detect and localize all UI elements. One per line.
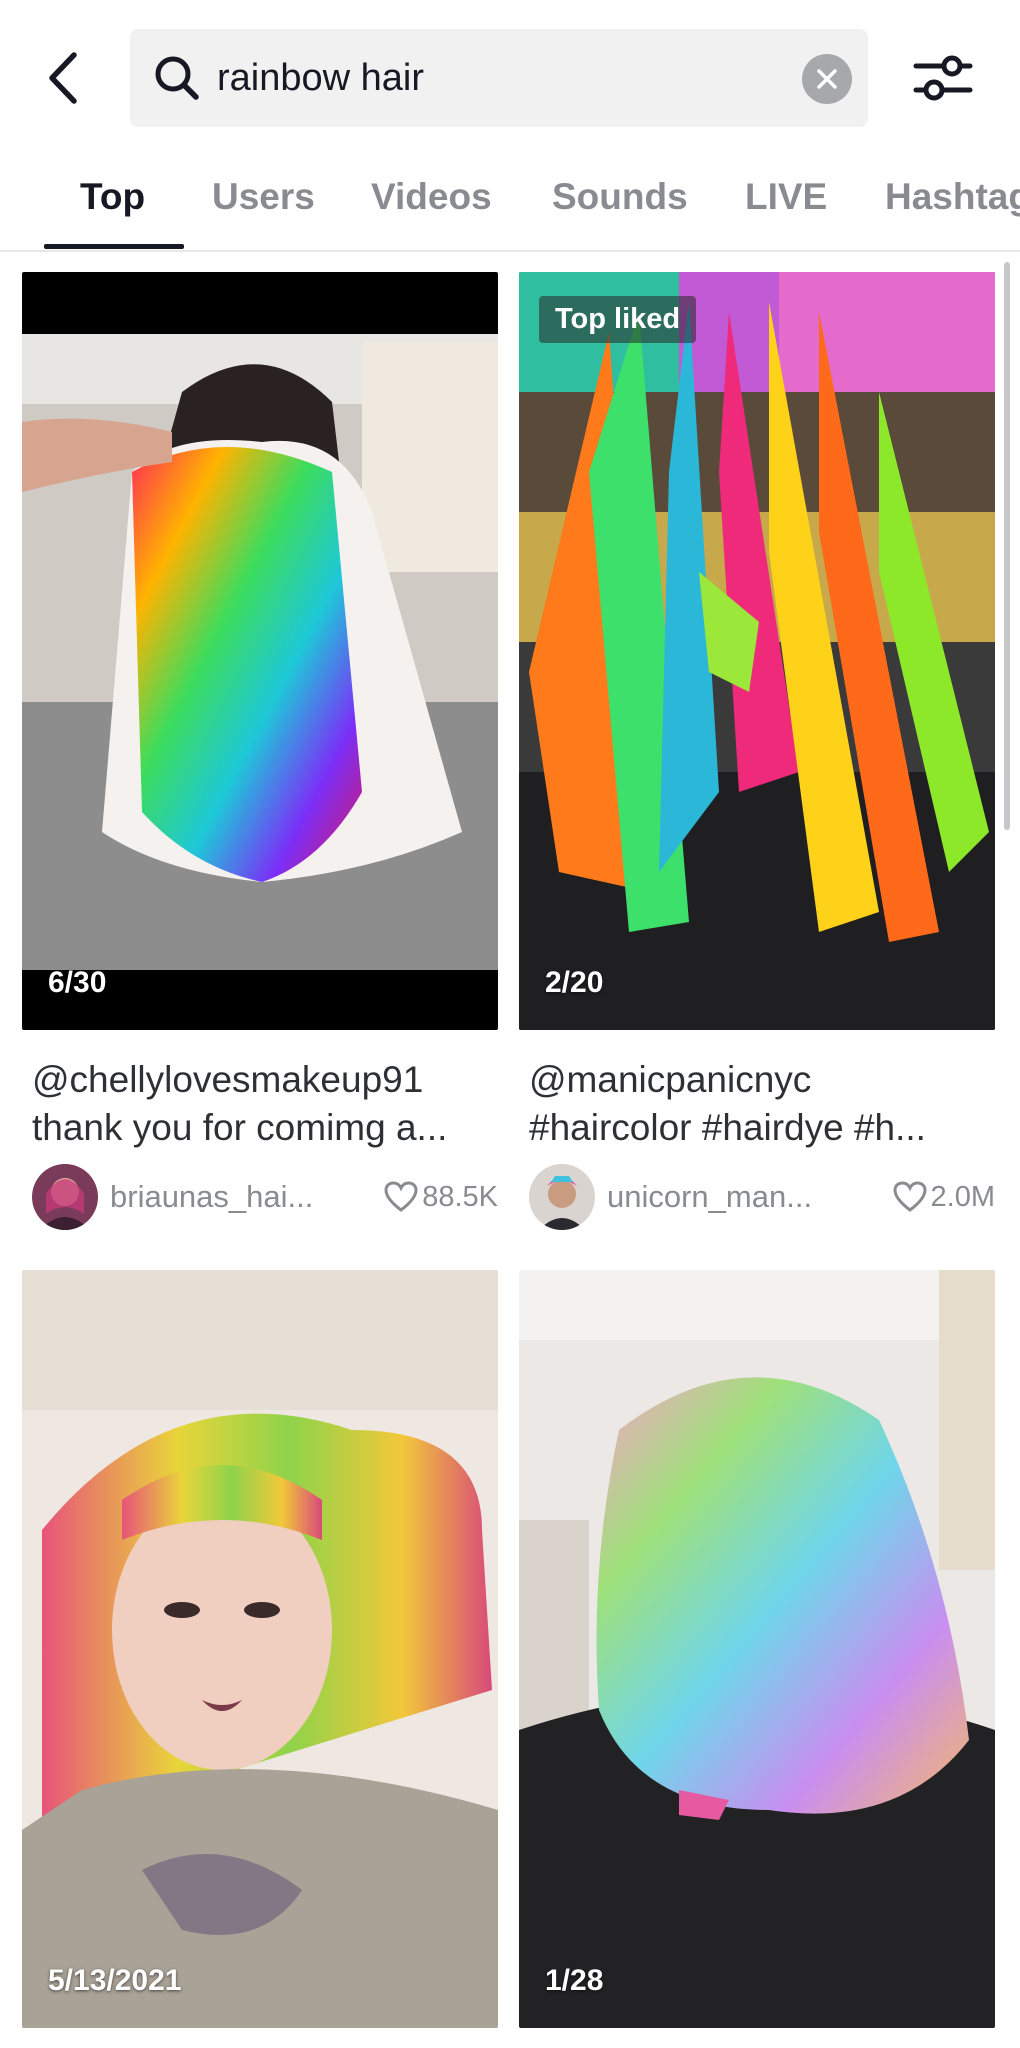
- tab-videos[interactable]: Videos: [371, 160, 492, 250]
- like-count-label: 88.5K: [422, 1180, 498, 1213]
- heart-icon: [384, 1181, 418, 1212]
- tab-hashtags[interactable]: Hashtags: [885, 160, 1020, 250]
- top-liked-badge: Top liked: [539, 296, 697, 343]
- back-button[interactable]: [38, 48, 88, 108]
- photo-count: 6/30: [48, 966, 107, 999]
- avatar[interactable]: [529, 1164, 595, 1230]
- clear-search-button[interactable]: [802, 54, 852, 104]
- tab-live[interactable]: LIVE: [745, 160, 827, 250]
- thumbnail-image: [519, 1270, 995, 2028]
- author-name[interactable]: unicorn_man...: [607, 1179, 837, 1215]
- thumbnail-image: [519, 272, 995, 1030]
- thumbnail-image: [22, 272, 498, 1030]
- author-row: briaunas_hai... 88.5K: [32, 1162, 498, 1232]
- search-tabs: Top Users Videos Sounds LIVE Hashtags: [0, 160, 1020, 252]
- tab-top[interactable]: Top: [80, 160, 145, 250]
- video-thumbnail[interactable]: Top liked 2/20: [519, 272, 995, 1030]
- search-icon: [155, 56, 199, 100]
- author-row: unicorn_man... 2.0M: [529, 1162, 995, 1232]
- result-card[interactable]: 6/30 @chellylovesmakeup91 thank you for …: [22, 272, 498, 1232]
- video-thumbnail[interactable]: 6/30: [22, 272, 498, 1030]
- video-caption[interactable]: @manicpanicnyc #haircolor #hairdye #h...: [529, 1056, 989, 1152]
- author-name[interactable]: briaunas_hai...: [110, 1179, 340, 1215]
- filter-button[interactable]: [912, 48, 974, 108]
- photo-count: 1/28: [545, 1964, 604, 1997]
- avatar[interactable]: [32, 1164, 98, 1230]
- like-count: 88.5K: [384, 1181, 498, 1214]
- like-count-label: 2.0M: [930, 1180, 995, 1213]
- video-thumbnail[interactable]: 5/13/2021: [22, 1270, 498, 2028]
- search-header: [0, 0, 1020, 160]
- result-card[interactable]: 1/28: [519, 1270, 995, 2048]
- caption-line: @chellylovesmakeup91: [32, 1059, 424, 1100]
- heart-icon: [893, 1181, 927, 1212]
- photo-count: 2/20: [545, 966, 604, 999]
- photo-count: 5/13/2021: [48, 1964, 182, 1997]
- caption-line: @manicpanicnyc: [529, 1059, 812, 1100]
- caption-line: #haircolor #hairdye #h...: [529, 1107, 926, 1148]
- sliders-icon: [913, 55, 973, 101]
- tab-sounds[interactable]: Sounds: [552, 160, 688, 250]
- scrollbar[interactable]: [1004, 262, 1010, 830]
- result-card[interactable]: Top liked 2/20 @manicpanicnyc #haircolor…: [519, 272, 995, 1232]
- video-thumbnail[interactable]: 1/28: [519, 1270, 995, 2028]
- caption-line: thank you for comimg a...: [32, 1107, 448, 1148]
- video-caption[interactable]: @chellylovesmakeup91 thank you for comim…: [32, 1056, 492, 1152]
- tab-users[interactable]: Users: [212, 160, 315, 250]
- close-icon: [817, 69, 837, 89]
- result-card[interactable]: 5/13/2021: [22, 1270, 498, 2048]
- chevron-left-icon: [49, 52, 77, 104]
- search-box[interactable]: [130, 29, 868, 127]
- active-tab-indicator: [44, 244, 184, 249]
- like-count: 2.0M: [893, 1181, 995, 1214]
- thumbnail-image: [22, 1270, 498, 2028]
- search-input[interactable]: [217, 29, 777, 127]
